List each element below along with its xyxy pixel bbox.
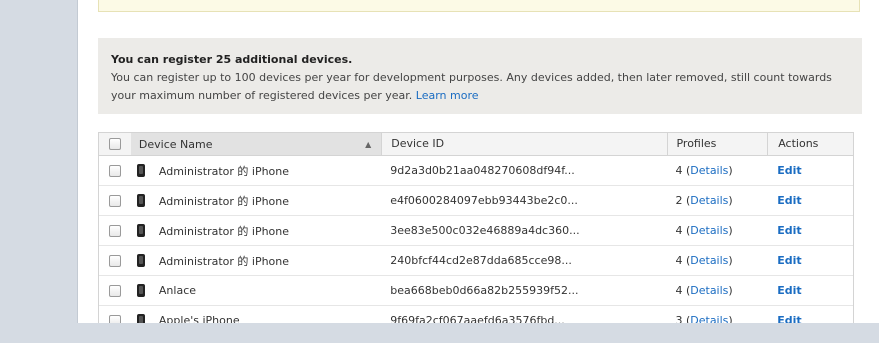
profiles-cell: 2 (Details) — [675, 194, 733, 207]
device-name-cell: Administrator 的 iPhone — [131, 253, 381, 269]
info-title: You can register 25 additional devices. — [111, 53, 353, 66]
row-checkbox[interactable] — [108, 284, 121, 297]
bottom-background — [0, 323, 879, 343]
iphone-icon — [136, 164, 145, 177]
device-name-cell: Administrator 的 iPhone — [131, 163, 381, 179]
row-select-cell — [99, 284, 131, 297]
device-name: Administrator 的 iPhone — [158, 224, 290, 238]
device-name: Administrator 的 iPhone — [158, 194, 290, 208]
row-select-cell — [99, 224, 131, 237]
edit-link[interactable]: Edit — [777, 224, 801, 237]
iphone-icon — [136, 284, 145, 297]
profiles-cell: 4 (Details) — [675, 284, 733, 297]
table-row: Administrator 的 iPhone 3ee83e500c032e468… — [99, 216, 853, 246]
profile-count: 4 — [675, 164, 683, 177]
device-name-cell: Anlace — [131, 284, 381, 297]
actions-cell: Edit — [767, 194, 853, 207]
devices-table: Device Name ▲ Device ID Profiles Actions… — [98, 132, 854, 336]
profiles-cell: 4 (Details) — [675, 254, 733, 267]
sort-ascending-icon[interactable]: ▲ — [365, 140, 371, 149]
details-link[interactable]: Details — [690, 224, 728, 237]
column-header-profiles[interactable]: Profiles — [667, 133, 767, 155]
column-header-label: Device Name — [138, 137, 213, 151]
row-select-cell — [99, 194, 131, 207]
select-all-checkbox[interactable] — [108, 138, 121, 150]
row-select-cell — [99, 164, 131, 177]
registration-info-box: You can register 25 additional devices. … — [98, 38, 862, 114]
profile-count: 2 — [675, 194, 683, 207]
profile-count: 4 — [675, 284, 683, 297]
table-header: Device Name ▲ Device ID Profiles Actions — [99, 133, 853, 156]
actions-cell: Edit — [767, 254, 853, 267]
edit-link[interactable]: Edit — [777, 254, 801, 267]
column-header-device-id[interactable]: Device ID — [381, 133, 667, 155]
iphone-icon — [136, 224, 145, 237]
device-name: Anlace — [158, 284, 197, 297]
details-link[interactable]: Details — [690, 194, 728, 207]
profile-count: 4 — [675, 254, 683, 267]
profile-count: 4 — [675, 224, 683, 237]
learn-more-link[interactable]: Learn more — [416, 89, 479, 102]
device-id: e4f0600284097ebb93443be2c0... — [390, 194, 578, 207]
device-name-cell: Administrator 的 iPhone — [131, 223, 381, 239]
left-sidebar-background — [0, 0, 78, 323]
edit-link[interactable]: Edit — [777, 194, 801, 207]
table-row: Anlace bea668beb0d66a82b255939f52... 4 (… — [99, 276, 853, 306]
table-row: Administrator 的 iPhone e4f0600284097ebb9… — [99, 186, 853, 216]
row-checkbox[interactable] — [108, 164, 121, 177]
column-header-actions: Actions — [767, 133, 853, 155]
top-notice-panel — [98, 0, 860, 12]
device-name: Administrator 的 iPhone — [158, 164, 290, 178]
device-id: 240bfcf44cd2e87dda685cce98... — [390, 254, 572, 267]
actions-cell: Edit — [767, 284, 853, 297]
actions-cell: Edit — [767, 224, 853, 237]
row-checkbox[interactable] — [108, 224, 121, 237]
device-id: bea668beb0d66a82b255939f52... — [390, 284, 579, 297]
details-link[interactable]: Details — [690, 284, 728, 297]
table-row: Administrator 的 iPhone 240bfcf44cd2e87dd… — [99, 246, 853, 276]
device-name: Administrator 的 iPhone — [158, 254, 290, 268]
iphone-icon — [136, 194, 145, 207]
row-checkbox[interactable] — [108, 194, 121, 207]
table-row: Administrator 的 iPhone 9d2a3d0b21aa04827… — [99, 156, 853, 186]
row-select-cell — [99, 254, 131, 267]
actions-cell: Edit — [767, 164, 853, 177]
device-id: 3ee83e500c032e46889a4dc360... — [390, 224, 580, 237]
device-name-cell: Administrator 的 iPhone — [131, 193, 381, 209]
row-checkbox[interactable] — [108, 254, 121, 267]
profiles-cell: 4 (Details) — [675, 164, 733, 177]
edit-link[interactable]: Edit — [777, 284, 801, 297]
iphone-icon — [136, 254, 145, 267]
device-id: 9d2a3d0b21aa048270608df94f... — [390, 164, 575, 177]
edit-link[interactable]: Edit — [777, 164, 801, 177]
details-link[interactable]: Details — [690, 254, 728, 267]
details-link[interactable]: Details — [690, 164, 728, 177]
profiles-cell: 4 (Details) — [675, 224, 733, 237]
select-all-cell — [99, 138, 131, 150]
column-header-device-name[interactable]: Device Name ▲ — [130, 133, 382, 155]
info-text: You can register up to 100 devices per y… — [111, 69, 849, 105]
